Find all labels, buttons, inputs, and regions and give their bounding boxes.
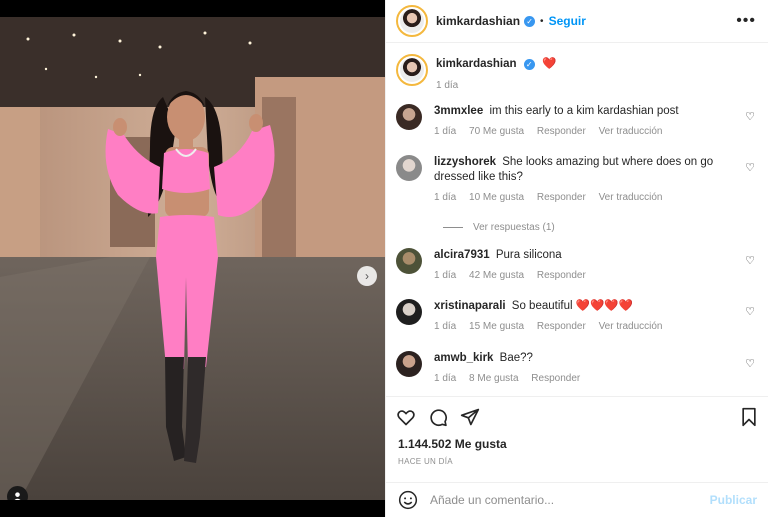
reply-button[interactable]: Responder (537, 270, 586, 281)
add-comment-bar: Añade un comentario... Publicar (386, 482, 768, 517)
share-icon[interactable] (460, 407, 480, 427)
caption-avatar[interactable] (396, 54, 428, 86)
heart-icon[interactable]: ♡ (745, 254, 755, 267)
commenter-avatar[interactable] (396, 155, 422, 181)
comment-username[interactable]: 3mmxlee (434, 105, 483, 117)
post-timestamp: HACE UN DÍA (398, 457, 453, 466)
likes-count[interactable]: 1.144.502 Me gusta (398, 437, 507, 451)
translate-button[interactable]: Ver traducción (599, 126, 663, 137)
comment-likes[interactable]: 15 Me gusta (469, 321, 524, 332)
translate-button[interactable]: Ver traducción (599, 192, 663, 203)
comment-time: 1 día (434, 192, 457, 203)
comment-text: im this early to a kim kardashian post (489, 105, 679, 117)
publish-button[interactable]: Publicar (710, 493, 757, 507)
commenter-avatar[interactable] (396, 248, 422, 274)
comment-item: amwb_kirk Bae?? 1 día 8 Me gusta Respond… (396, 351, 761, 384)
comment-username[interactable]: lizzyshorek (434, 156, 496, 168)
author-avatar[interactable] (396, 5, 428, 37)
reply-button[interactable]: Responder (537, 321, 586, 332)
comments-list[interactable]: kimkardashian ✓ ❤️ 1 día 3mmxlee im this… (386, 44, 768, 395)
reply-button[interactable]: Responder (537, 126, 586, 137)
reply-button[interactable]: Responder (531, 373, 580, 384)
comment-likes[interactable]: 42 Me gusta (469, 270, 524, 281)
more-icon[interactable]: ••• (736, 12, 756, 30)
comment-time: 1 día (434, 270, 457, 281)
comment-text: Bae?? (499, 352, 533, 364)
comment-likes[interactable]: 10 Me gusta (469, 192, 524, 203)
heart-icon[interactable] (396, 407, 416, 427)
commenter-avatar[interactable] (396, 299, 422, 325)
replies-divider (443, 227, 463, 228)
comment-username[interactable]: alcira7931 (434, 249, 490, 261)
separator-dot: • (540, 15, 544, 27)
verified-icon: ✓ (523, 59, 535, 70)
comment-time: 1 día (434, 321, 457, 332)
comment-icon[interactable] (428, 407, 448, 427)
comment-username[interactable]: xristinaparali (434, 300, 506, 312)
post-header: kimkardashian ✓ • Seguir ••• (386, 0, 768, 43)
caption-username[interactable]: kimkardashian (436, 58, 517, 70)
caption-time: 1 día (436, 80, 459, 91)
commenter-avatar[interactable] (396, 104, 422, 130)
comment-likes[interactable]: 8 Me gusta (469, 373, 518, 384)
comment-input[interactable]: Añade un comentario... (430, 493, 554, 507)
comment-item: lizzyshorek She looks amazing but where … (396, 155, 761, 203)
caption-text: ❤️ (541, 58, 557, 70)
photo-illustration (0, 17, 385, 500)
comment-item: 3mmxlee im this early to a kim kardashia… (396, 104, 761, 137)
follow-button[interactable]: Seguir (549, 14, 586, 28)
comment-time: 1 día (434, 126, 457, 137)
comment-text: So beautiful ❤️❤️❤️❤️ (511, 300, 634, 312)
comment-likes[interactable]: 70 Me gusta (469, 126, 524, 137)
heart-icon[interactable]: ♡ (745, 110, 755, 123)
comment-time: 1 día (434, 373, 457, 384)
reply-button[interactable]: Responder (537, 192, 586, 203)
heart-icon[interactable]: ♡ (745, 305, 755, 318)
comment-text: Pura silicona (495, 249, 562, 261)
heart-icon[interactable]: ♡ (745, 357, 755, 370)
post-sidebar: kimkardashian ✓ • Seguir ••• kimkardashi… (385, 0, 768, 517)
commenter-avatar[interactable] (396, 351, 422, 377)
heart-icon[interactable]: ♡ (745, 161, 755, 174)
tag-user-icon[interactable] (7, 486, 28, 500)
comment-item: xristinaparali So beautiful ❤️❤️❤️❤️ 1 d… (396, 299, 761, 332)
verified-icon: ✓ (524, 15, 536, 27)
author-username[interactable]: kimkardashian (436, 14, 520, 28)
translate-button[interactable]: Ver traducción (599, 321, 663, 332)
post-photo[interactable]: › (0, 17, 385, 500)
post-caption: kimkardashian ✓ ❤️ 1 día (386, 44, 768, 96)
view-replies-label: Ver respuestas (1) (473, 222, 555, 233)
photo-bottom-bar (0, 500, 385, 517)
comment-item: alcira7931 Pura silicona 1 día 42 Me gus… (396, 248, 761, 281)
view-replies-button[interactable]: Ver respuestas (1) (443, 222, 555, 233)
save-icon[interactable] (739, 407, 759, 427)
comment-username[interactable]: amwb_kirk (434, 352, 493, 364)
photo-top-bar (0, 0, 385, 17)
next-arrow-icon[interactable]: › (357, 266, 377, 286)
post-actions (386, 396, 768, 436)
emoji-icon[interactable] (398, 490, 418, 510)
